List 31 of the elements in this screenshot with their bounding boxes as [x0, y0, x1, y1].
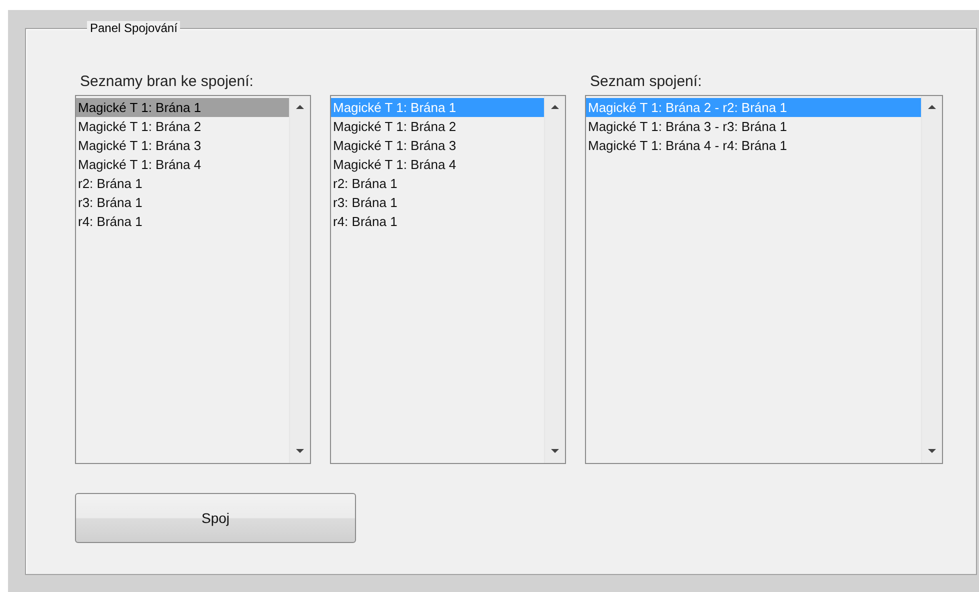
list-item[interactable]: r2: Brána 1 — [331, 174, 544, 193]
scroll-down-icon[interactable] — [296, 449, 304, 454]
list-box[interactable]: Magické T 1: Brána 2 - r2: Brána 1 Magické T 1: Brána 3 - r3: Brána 1 Magické T 1: Brána 4 - r4: Brána 1 — [585, 95, 943, 464]
list-item[interactable]: Magické T 1: Brána 2 — [76, 117, 289, 136]
list-box[interactable]: Magické T 1: Brána 1 Magické T 1: Brána 2 Magické T 1: Brána 3 Magické T 1: Brána 4 r2: Brána 1 r3: Brána 1 r4: Brána 1 — [330, 95, 566, 464]
list-item[interactable]: Magické T 1: Brána 3 — [331, 136, 544, 155]
list-item[interactable]: r2: Brána 1 — [76, 174, 289, 193]
scroll-up-icon[interactable] — [928, 105, 936, 110]
panel-title: Panel Spojování — [87, 21, 180, 35]
scroll-down-icon[interactable] — [928, 449, 936, 454]
list-label: Seznam spojení: — [589, 73, 703, 92]
list-label: Seznamy bran ke spojení: — [79, 73, 254, 92]
scroll-up-icon[interactable] — [551, 105, 559, 110]
join-button[interactable]: Spoj — [75, 493, 356, 543]
list-item[interactable]: Magické T 1: Brána 3 — [76, 136, 289, 155]
list-item[interactable]: r4: Brána 1 — [331, 212, 544, 231]
list-item[interactable]: Magické T 1: Brána 2 — [331, 117, 544, 136]
list-item[interactable]: Magické T 1: Brána 4 - r4: Brána 1 — [586, 136, 921, 155]
list-item[interactable]: Magické T 1: Brána 1 — [76, 98, 289, 117]
list-box[interactable]: Magické T 1: Brána 1 Magické T 1: Brána 2 Magické T 1: Brána 3 Magické T 1: Brána 4 r2: Brána 1 r3: Brána 1 r4: Brána 1 — [75, 95, 311, 464]
list-item[interactable]: r3: Brána 1 — [331, 193, 544, 212]
scroll-down-icon[interactable] — [551, 449, 559, 454]
list-item[interactable]: r3: Brána 1 — [76, 193, 289, 212]
scrollbar[interactable] — [544, 96, 565, 463]
list-item[interactable]: Magické T 1: Brána 4 — [331, 155, 544, 174]
list-item[interactable]: Magické T 1: Brána 3 - r3: Brána 1 — [586, 117, 921, 136]
list-item[interactable]: r4: Brána 1 — [76, 212, 289, 231]
scrollbar[interactable] — [921, 96, 942, 463]
scrollbar[interactable] — [289, 96, 310, 463]
list-item[interactable]: Magické T 1: Brána 4 — [76, 155, 289, 174]
scroll-up-icon[interactable] — [296, 105, 304, 110]
